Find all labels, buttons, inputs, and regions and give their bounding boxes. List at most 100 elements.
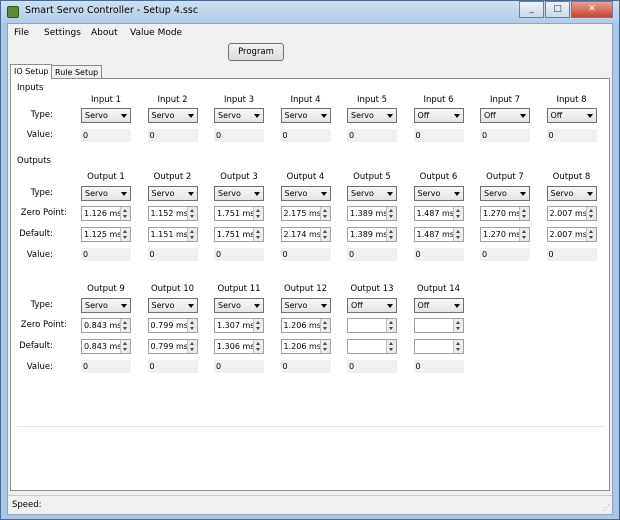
spin-up-icon[interactable] (256, 230, 260, 233)
spin-down-icon[interactable] (256, 215, 260, 218)
zero-point-field-stepper[interactable] (452, 207, 463, 220)
zero-point-field[interactable]: 2.007 ms (546, 206, 597, 221)
default-field[interactable] (347, 339, 397, 354)
output-type-select[interactable]: Servo (413, 186, 464, 201)
zero-point-field-stepper[interactable] (319, 319, 330, 332)
default-field[interactable]: 1.206 ms (280, 339, 331, 354)
spin-down-icon[interactable] (455, 327, 460, 330)
spin-up-icon[interactable] (455, 342, 460, 345)
zero-point-field[interactable] (347, 318, 397, 333)
spin-down-icon[interactable] (322, 348, 327, 351)
default-field-stepper[interactable] (253, 340, 263, 353)
default-field-stepper[interactable] (186, 340, 197, 353)
maximize-icon[interactable]: □ (545, 1, 570, 18)
spin-up-icon[interactable] (256, 342, 260, 345)
input-type-select[interactable]: Off (413, 108, 464, 123)
default-field-stepper[interactable] (386, 228, 396, 241)
default-field[interactable]: 1.125 ms (81, 227, 131, 242)
output-type-select[interactable]: Servo (147, 298, 198, 313)
zero-point-field[interactable]: 2.175 ms (280, 206, 331, 221)
default-field[interactable]: 1.487 ms (413, 227, 464, 242)
zero-point-field[interactable]: 1.270 ms (480, 206, 530, 221)
spin-down-icon[interactable] (389, 215, 393, 218)
spin-down-icon[interactable] (588, 215, 593, 218)
zero-point-field-stepper[interactable] (452, 319, 463, 332)
zero-point-field[interactable]: 1.487 ms (413, 206, 464, 221)
spin-up-icon[interactable] (256, 209, 260, 212)
zero-point-field-stepper[interactable] (253, 207, 263, 220)
spin-up-icon[interactable] (189, 321, 194, 324)
spin-down-icon[interactable] (322, 236, 327, 239)
spin-down-icon[interactable] (123, 348, 127, 351)
zero-point-field[interactable]: 1.152 ms (147, 206, 198, 221)
default-field-stepper[interactable] (452, 340, 463, 353)
default-field-stepper[interactable] (386, 340, 396, 353)
menu-settings[interactable]: Settings (44, 28, 81, 38)
zero-point-field-stepper[interactable] (120, 207, 130, 220)
output-type-select[interactable]: Servo (347, 186, 397, 201)
spin-up-icon[interactable] (455, 230, 460, 233)
input-type-select[interactable]: Off (480, 108, 530, 123)
spin-down-icon[interactable] (123, 236, 127, 239)
default-field-stepper[interactable] (120, 228, 130, 241)
spin-down-icon[interactable] (522, 215, 526, 218)
resize-grip-icon[interactable]: ⋰ (602, 503, 610, 512)
output-type-select[interactable]: Servo (480, 186, 530, 201)
input-type-select[interactable]: Servo (280, 108, 331, 123)
input-type-select[interactable]: Servo (81, 108, 131, 123)
zero-point-field[interactable]: 1.206 ms (280, 318, 331, 333)
spin-up-icon[interactable] (455, 321, 460, 324)
input-type-select[interactable]: Servo (147, 108, 198, 123)
spin-down-icon[interactable] (123, 215, 127, 218)
tab-rule-setup[interactable]: Rule Setup (51, 65, 103, 79)
output-type-select[interactable]: Servo (81, 298, 131, 313)
input-type-select[interactable]: Servo (214, 108, 264, 123)
spin-up-icon[interactable] (389, 230, 393, 233)
spin-up-icon[interactable] (322, 209, 327, 212)
default-field[interactable]: 1.751 ms (214, 227, 264, 242)
spin-up-icon[interactable] (389, 342, 393, 345)
default-field[interactable]: 1.270 ms (480, 227, 530, 242)
close-icon[interactable]: ✕ (571, 1, 613, 18)
tab-io-setup[interactable]: IO Setup (10, 64, 53, 79)
spin-up-icon[interactable] (588, 209, 593, 212)
zero-point-field[interactable] (413, 318, 464, 333)
default-field[interactable] (413, 339, 464, 354)
zero-point-field-stepper[interactable] (120, 319, 130, 332)
output-type-select[interactable]: Off (347, 298, 397, 313)
spin-down-icon[interactable] (123, 327, 127, 330)
default-field-stepper[interactable] (253, 228, 263, 241)
menu-file[interactable]: File (14, 28, 29, 38)
default-field-stepper[interactable] (319, 228, 330, 241)
input-type-select[interactable]: Off (546, 108, 597, 123)
spin-down-icon[interactable] (322, 215, 327, 218)
default-field-stepper[interactable] (186, 228, 197, 241)
title-bar[interactable]: Smart Servo Controller - Setup 4.ssc _ □… (1, 1, 619, 23)
default-field-stepper[interactable] (319, 340, 330, 353)
spin-down-icon[interactable] (256, 327, 260, 330)
minimize-icon[interactable]: _ (519, 1, 544, 18)
default-field-stepper[interactable] (452, 228, 463, 241)
default-field[interactable]: 2.174 ms (280, 227, 331, 242)
default-field[interactable]: 0.843 ms (81, 339, 131, 354)
zero-point-field[interactable]: 0.843 ms (81, 318, 131, 333)
spin-down-icon[interactable] (189, 348, 194, 351)
spin-up-icon[interactable] (389, 209, 393, 212)
spin-down-icon[interactable] (455, 215, 460, 218)
spin-down-icon[interactable] (588, 236, 593, 239)
zero-point-field-stepper[interactable] (253, 319, 263, 332)
default-field-stepper[interactable] (519, 228, 529, 241)
default-field-stepper[interactable] (585, 228, 596, 241)
spin-up-icon[interactable] (322, 342, 327, 345)
spin-down-icon[interactable] (189, 215, 194, 218)
zero-point-field-stepper[interactable] (519, 207, 529, 220)
spin-down-icon[interactable] (256, 348, 260, 351)
spin-up-icon[interactable] (189, 209, 194, 212)
zero-point-field-stepper[interactable] (386, 207, 396, 220)
zero-point-field[interactable]: 1.307 ms (214, 318, 264, 333)
zero-point-field[interactable]: 0.799 ms (147, 318, 198, 333)
default-field[interactable]: 0.799 ms (147, 339, 198, 354)
output-type-select[interactable]: Servo (214, 298, 264, 313)
spin-down-icon[interactable] (322, 327, 327, 330)
spin-up-icon[interactable] (123, 321, 127, 324)
